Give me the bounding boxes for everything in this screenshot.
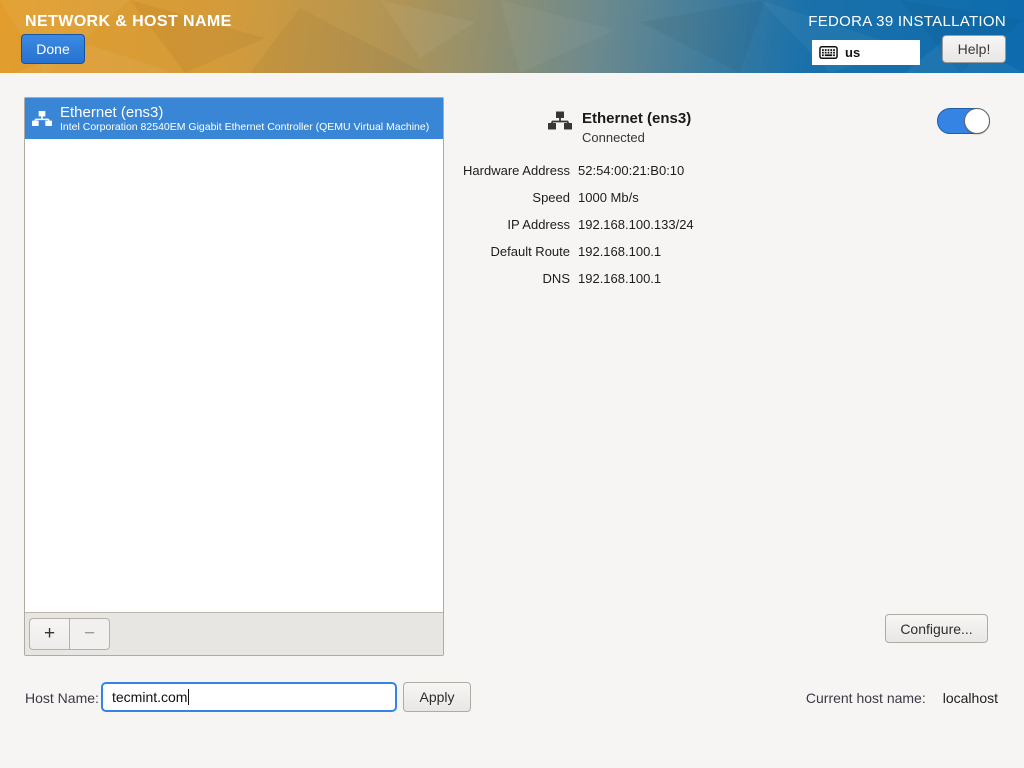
device-subtitle: Intel Corporation 82540EM Gigabit Ethern… (60, 121, 430, 134)
help-button[interactable]: Help! (942, 35, 1006, 63)
remove-device-button[interactable]: − (69, 618, 110, 650)
device-list: Ethernet (ens3) Intel Corporation 82540E… (24, 97, 444, 656)
device-enable-toggle[interactable] (937, 108, 990, 134)
property-row-ip-address: IP Address 192.168.100.133/24 (450, 211, 694, 238)
configure-button[interactable]: Configure... (885, 614, 988, 643)
property-value: 192.168.100.1 (578, 244, 662, 259)
page-title: NETWORK & HOST NAME (25, 13, 232, 30)
current-hostname-label: Current host name: (805, 690, 926, 706)
device-list-toolbar: + − (25, 612, 443, 655)
network-icon (548, 110, 572, 147)
property-row-speed: Speed 1000 Mb/s (450, 184, 694, 211)
hostname-label: Host Name: (25, 690, 99, 706)
product-title: FEDORA 39 INSTALLATION (808, 13, 1006, 30)
property-label: DNS (542, 271, 570, 286)
property-label: Speed (532, 190, 570, 205)
property-label: Hardware Address (463, 163, 570, 178)
add-device-button[interactable]: + (29, 618, 70, 650)
hostname-input-value: tecmint.com (112, 689, 188, 705)
details-device-title: Ethernet (ens3) (582, 110, 692, 127)
current-hostname: Current host name: localhost (806, 690, 998, 706)
device-list-item-ens3[interactable]: Ethernet (ens3) Intel Corporation 82540E… (25, 98, 443, 139)
network-icon (32, 110, 52, 127)
property-value: 52:54:00:21:B0:10 (578, 163, 685, 178)
hostname-input[interactable]: tecmint.com (101, 682, 397, 712)
device-details-header: Ethernet (ens3) Connected (548, 108, 691, 147)
property-row-default-route: Default Route 192.168.100.1 (450, 238, 694, 265)
property-value: 1000 Mb/s (578, 190, 639, 205)
apply-button[interactable]: Apply (403, 682, 471, 712)
property-value: 192.168.100.133/24 (578, 217, 694, 232)
network-hostname-spoke: NETWORK & HOST NAME Done FEDORA 39 INSTA… (0, 0, 1024, 768)
connection-status: Connected (582, 130, 645, 145)
keyboard-layout-indicator[interactable]: us (812, 40, 920, 65)
property-label: Default Route (490, 244, 571, 259)
device-properties: Hardware Address 52:54:00:21:B0:10 Speed… (450, 157, 694, 292)
text-cursor (188, 689, 190, 705)
current-hostname-value: localhost (942, 690, 998, 706)
keyboard-layout-label: us (845, 45, 861, 60)
toggle-knob (964, 108, 990, 134)
header-bar: NETWORK & HOST NAME Done FEDORA 39 INSTA… (0, 0, 1024, 73)
property-value: 192.168.100.1 (578, 271, 662, 286)
property-row-dns: DNS 192.168.100.1 (450, 265, 694, 292)
property-label: IP Address (507, 217, 570, 232)
property-row-hardware-address: Hardware Address 52:54:00:21:B0:10 (450, 157, 694, 184)
keyboard-icon (819, 46, 838, 59)
device-title: Ethernet (ens3) (60, 103, 164, 121)
done-button[interactable]: Done (21, 34, 85, 64)
